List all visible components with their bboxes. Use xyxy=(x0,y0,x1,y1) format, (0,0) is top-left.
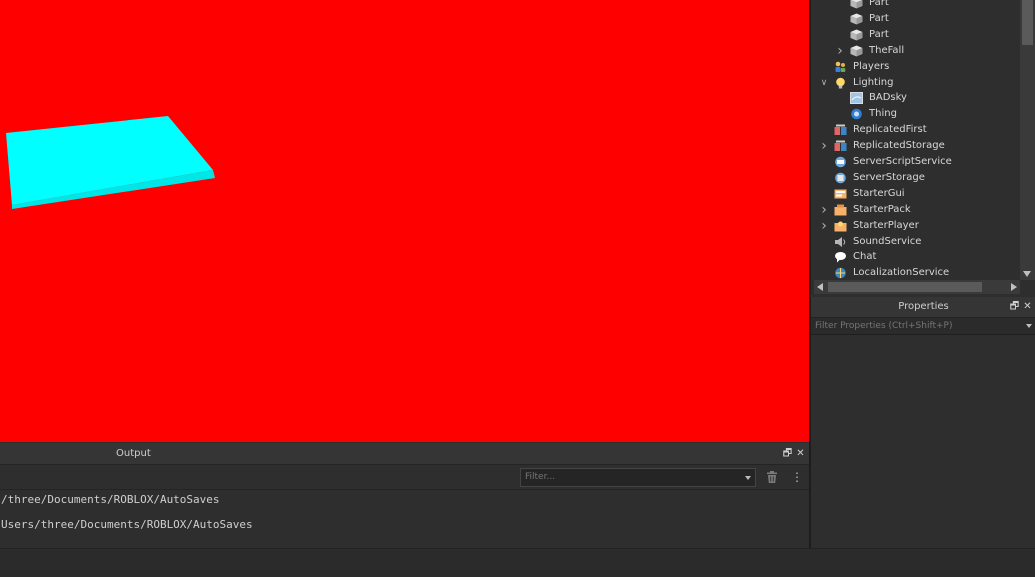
part-icon xyxy=(850,29,863,41)
explorer-item-players[interactable]: Players xyxy=(811,59,1021,75)
restore-window-icon[interactable]: 🗗 xyxy=(782,448,793,459)
scrollbar-thumb[interactable] xyxy=(828,282,982,292)
explorer-item-soundservice[interactable]: SoundService xyxy=(811,234,1021,250)
explorer-item-label: BADsky xyxy=(869,92,907,104)
lighting-icon xyxy=(834,77,847,89)
output-toolbar: ⋮ xyxy=(0,465,809,490)
viewport-scene xyxy=(6,116,215,209)
chevron-right-icon[interactable]: › xyxy=(819,218,829,234)
scroll-right-arrow-icon[interactable] xyxy=(1011,283,1017,291)
explorer-item-label: Part xyxy=(869,28,889,40)
filter-properties-input[interactable] xyxy=(815,319,1015,332)
output-line: Users/three/Documents/ROBLOX/AutoSaves xyxy=(1,518,253,531)
explorer-item-label: ReplicatedStorage xyxy=(853,140,945,152)
status-bar xyxy=(0,548,1035,577)
output-title: Output xyxy=(116,448,151,459)
explorer-item-label: SoundService xyxy=(853,235,922,247)
explorer-item-label: StarterGui xyxy=(853,187,905,199)
explorer-item-label: Players xyxy=(853,60,890,72)
explorer-item-serverscriptservice[interactable]: ServerScriptService xyxy=(811,154,1021,170)
explorer-item-label: LocalizationService xyxy=(853,267,950,279)
starter-gui-icon xyxy=(834,188,847,200)
explorer-item-thing[interactable]: Thing xyxy=(811,106,1021,122)
explorer-item-label: ServerStorage xyxy=(853,171,925,183)
part-icon xyxy=(850,0,863,9)
explorer-panel: Part Part Part › TheFall Players ∨ Lighting BADs… xyxy=(810,0,1035,295)
explorer-item-serverstorage[interactable]: ServerStorage xyxy=(811,170,1021,186)
chat-icon xyxy=(834,251,847,263)
explorer-item-label: Part xyxy=(869,0,889,8)
properties-filter-bar xyxy=(811,318,1035,335)
trash-icon[interactable] xyxy=(765,470,779,484)
explorer-item-chat[interactable]: Chat xyxy=(811,249,1021,265)
explorer-item-badsky[interactable]: BADsky xyxy=(811,90,1021,106)
explorer-item-replicatedstorage[interactable]: › ReplicatedStorage xyxy=(811,138,1021,154)
starter-player-icon xyxy=(834,220,847,232)
part-icon xyxy=(850,13,863,25)
chevron-down-icon[interactable]: ∨ xyxy=(819,75,829,91)
more-options-icon[interactable]: ⋮ xyxy=(790,470,804,484)
sound-service-icon xyxy=(834,236,847,248)
explorer-item-label: Part xyxy=(869,12,889,24)
explorer-item-label: Thing xyxy=(869,108,897,120)
scrollbar-thumb[interactable] xyxy=(1022,0,1033,45)
output-filter-box[interactable] xyxy=(520,468,756,487)
sky-icon xyxy=(850,92,863,105)
explorer-item-label: Lighting xyxy=(853,76,894,88)
close-icon[interactable]: ✕ xyxy=(1022,301,1033,312)
starter-pack-icon xyxy=(834,204,847,216)
server-storage-icon xyxy=(834,172,847,184)
explorer-item-replicatedfirst[interactable]: ReplicatedFirst xyxy=(811,122,1021,138)
close-icon[interactable]: ✕ xyxy=(795,448,806,459)
chevron-down-icon[interactable] xyxy=(745,476,751,480)
explorer-item-label: StarterPlayer xyxy=(853,219,919,231)
explorer-item-label: ReplicatedFirst xyxy=(853,124,927,136)
scroll-down-arrow-icon[interactable] xyxy=(1023,271,1031,277)
explorer-item-label: TheFall xyxy=(869,44,905,56)
explorer-item-starterplayer[interactable]: › StarterPlayer xyxy=(811,218,1021,234)
output-panel: Output 🗗 ✕ ⋮ /three/Documents/ROBLOX/Aut… xyxy=(0,443,809,548)
chevron-right-icon[interactable]: › xyxy=(819,138,829,154)
properties-header: Properties 🗗 ✕ xyxy=(811,297,1035,318)
explorer-item-starterpack[interactable]: › StarterPack xyxy=(811,202,1021,218)
chevron-right-icon[interactable]: › xyxy=(835,43,845,59)
replicated-storage-icon xyxy=(834,140,847,152)
restore-window-icon[interactable]: 🗗 xyxy=(1009,301,1020,312)
output-line: /three/Documents/ROBLOX/AutoSaves xyxy=(1,493,220,506)
chevron-right-icon[interactable]: › xyxy=(819,202,829,218)
atmosphere-icon xyxy=(850,108,863,120)
explorer-item-label: StarterPack xyxy=(853,203,911,215)
3d-viewport[interactable] xyxy=(0,0,809,442)
properties-title: Properties xyxy=(898,301,949,312)
explorer-item-thefall[interactable]: › TheFall xyxy=(811,43,1021,59)
replicated-first-icon xyxy=(834,124,847,136)
explorer-item-label: ServerScriptService xyxy=(853,156,952,167)
players-icon xyxy=(834,61,847,73)
explorer-item-part[interactable]: Part xyxy=(811,11,1021,27)
explorer-horizontal-scrollbar[interactable] xyxy=(814,280,1020,294)
explorer-item-part[interactable]: Part xyxy=(811,27,1021,43)
scroll-left-arrow-icon[interactable] xyxy=(817,283,823,291)
explorer-item-startergui[interactable]: StarterGui xyxy=(811,186,1021,202)
explorer-item-localizationservice[interactable]: LocalizationService xyxy=(811,265,1021,281)
output-filter-input[interactable] xyxy=(525,470,735,484)
explorer-item-label: Chat xyxy=(853,251,877,263)
part-icon xyxy=(850,45,863,57)
explorer-item-part[interactable]: Part xyxy=(811,0,1021,11)
explorer-vertical-scrollbar[interactable] xyxy=(1020,0,1035,280)
server-script-service-icon xyxy=(834,156,847,168)
chevron-down-icon[interactable] xyxy=(1026,324,1032,328)
output-header: Output 🗗 ✕ xyxy=(0,443,809,465)
localization-service-icon xyxy=(834,267,847,279)
properties-panel: Properties 🗗 ✕ xyxy=(810,297,1035,548)
explorer-item-lighting[interactable]: ∨ Lighting xyxy=(811,75,1021,91)
